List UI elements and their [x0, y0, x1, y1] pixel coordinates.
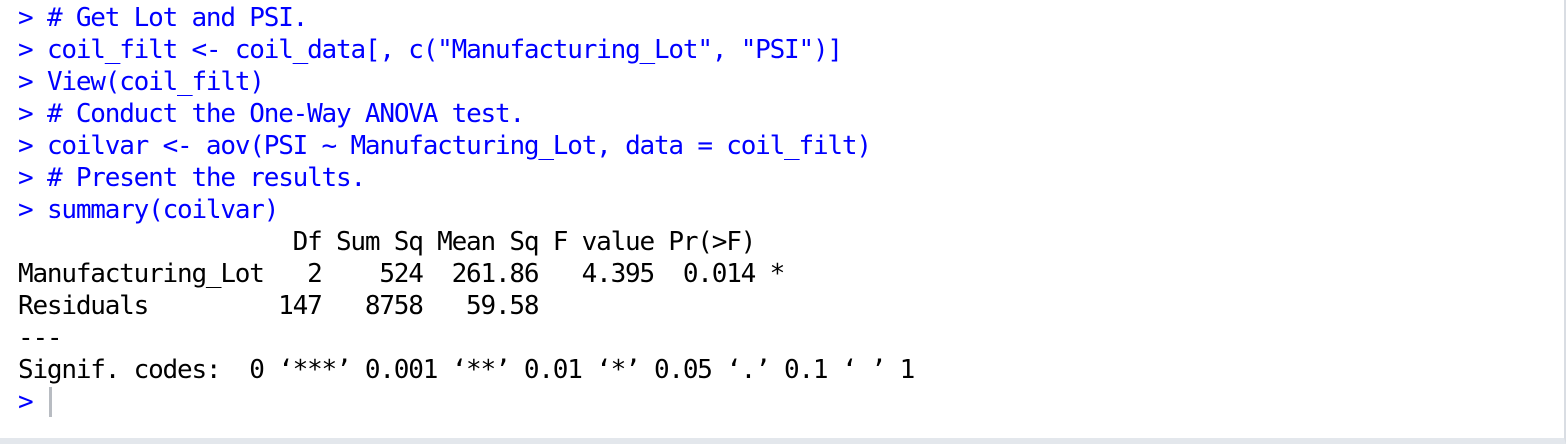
command-line: > # Conduct the One-Way ANOVA test. — [18, 98, 914, 130]
anova-row-manufacturing-lot: Manufacturing_Lot 2 524 261.86 4.395 0.0… — [18, 259, 785, 289]
prompt-symbol: > — [18, 99, 34, 129]
command-text: summary(coilvar) — [46, 195, 279, 225]
command-text: View(coil_filt) — [46, 67, 265, 97]
r-console[interactable]: > # Get Lot and PSI. > coil_filt <- coil… — [0, 0, 1566, 444]
command-line: > coil_filt <- coil_data[, c("Manufactur… — [18, 34, 914, 66]
text-cursor — [48, 387, 52, 417]
output-separator: --- — [18, 323, 63, 353]
console-lines: > # Get Lot and PSI. > coil_filt <- coil… — [18, 2, 915, 418]
command-text: # Get Lot and PSI. — [46, 3, 308, 33]
prompt-symbol: > — [18, 131, 34, 161]
command-text: # Present the results. — [46, 163, 366, 193]
prompt-symbol: > — [18, 195, 34, 225]
prompt-symbol: > — [18, 35, 34, 65]
command-line: > coilvar <- aov(PSI ~ Manufacturing_Lot… — [18, 130, 914, 162]
signif-codes: Signif. codes: 0 ‘***’ 0.001 ‘**’ 0.01 ‘… — [18, 355, 915, 385]
command-text: coilvar <- aov(PSI ~ Manufacturing_Lot, … — [46, 131, 872, 161]
anova-table-header: Df Sum Sq Mean Sq F value Pr(>F) — [18, 227, 757, 257]
prompt-symbol: > — [18, 3, 34, 33]
command-text: coil_filt <- coil_data[, c("Manufacturin… — [46, 35, 843, 65]
command-line: > # Present the results. — [18, 162, 914, 194]
prompt-symbol: > — [18, 67, 34, 97]
command-line: > # Get Lot and PSI. — [18, 2, 914, 34]
anova-row-residuals: Residuals 147 8758 59.58 — [18, 291, 540, 321]
command-text: # Conduct the One-Way ANOVA test. — [46, 99, 525, 129]
input-line[interactable]: > — [18, 386, 914, 418]
scrollbar-gutter[interactable] — [1550, 0, 1564, 438]
prompt-symbol: > — [18, 387, 34, 417]
command-line: > summary(coilvar) — [18, 194, 914, 226]
prompt-symbol: > — [18, 163, 34, 193]
command-line: > View(coil_filt) — [18, 66, 914, 98]
